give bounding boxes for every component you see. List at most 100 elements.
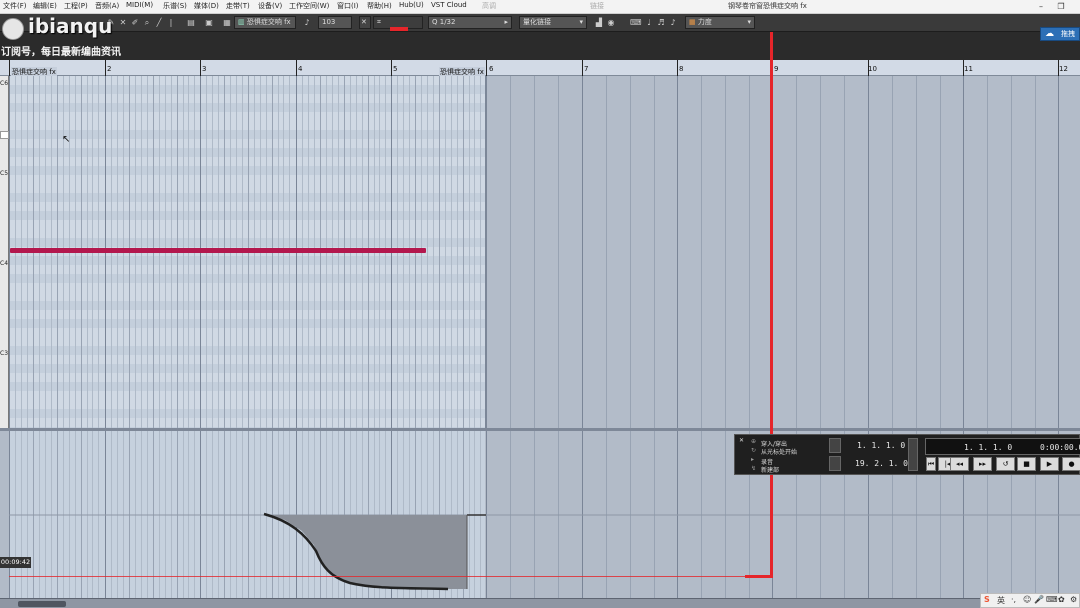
settings-icon[interactable]: ⚙ bbox=[1070, 595, 1077, 604]
restore-icon[interactable]: ❐ bbox=[1050, 0, 1072, 14]
locator-stepper[interactable] bbox=[908, 438, 918, 471]
position-display[interactable]: 1. 1. 1. 0 0:00:00.000 bbox=[925, 438, 1080, 455]
project-cursor[interactable] bbox=[770, 32, 773, 578]
record-icon[interactable]: ● bbox=[1062, 457, 1080, 471]
zoom-tool-icon[interactable]: ⌕ bbox=[142, 17, 152, 28]
microphone-icon[interactable]: 🎤 bbox=[1034, 595, 1044, 604]
ruler[interactable]: 2 3 4 5 6 7 8 9 10 11 12 恐惧症交响 fx 恐惧症交响 … bbox=[0, 60, 1080, 77]
part-list-icon[interactable]: ▦ bbox=[222, 17, 232, 28]
bar-number: 2 bbox=[107, 65, 112, 73]
beat-line bbox=[427, 76, 428, 428]
cycle-icon[interactable]: ↻ bbox=[751, 447, 756, 454]
note-icon[interactable]: ♩ bbox=[644, 17, 654, 28]
from-start-label[interactable]: 从光标处开始 bbox=[761, 447, 797, 456]
menu-devices[interactable]: 设备(V) bbox=[258, 1, 282, 11]
step-input-icon[interactable]: ◉ bbox=[606, 17, 616, 28]
indicate-transpose-icon[interactable]: ♪ bbox=[668, 17, 678, 28]
note-display[interactable]: C6 C5 C4 C3 ↖ bbox=[0, 76, 1080, 428]
line-tool-icon[interactable]: ╱ bbox=[154, 17, 164, 28]
info-line-icon[interactable]: ▤ bbox=[186, 17, 196, 28]
draw-tool-icon[interactable]: ✐ bbox=[130, 17, 140, 28]
stop-icon[interactable]: ■ bbox=[1017, 457, 1036, 471]
menu-vst-cloud[interactable]: VST Cloud bbox=[431, 1, 467, 9]
menu-midi[interactable]: MIDI(M) bbox=[126, 1, 153, 9]
cycle-toggle-icon[interactable]: ↺ bbox=[996, 457, 1015, 471]
punctuation-icon[interactable]: ·, bbox=[1011, 595, 1016, 604]
controller-lane-select[interactable]: ▦ 力度 ▾ bbox=[685, 16, 755, 29]
transpose-button[interactable]: 高调 bbox=[482, 1, 496, 11]
snap-toggle-icon[interactable]: ✕ bbox=[359, 16, 371, 29]
menu-file[interactable]: 文件(F) bbox=[3, 1, 27, 11]
horizontal-scrollbar[interactable] bbox=[0, 598, 1080, 608]
bar-number: 12 bbox=[1059, 65, 1068, 73]
menu-edit[interactable]: 编辑(E) bbox=[33, 1, 57, 11]
sogou-ime-icon[interactable]: S bbox=[984, 595, 990, 604]
right-locator-value[interactable]: 19. 2. 1. 0 bbox=[855, 459, 908, 468]
cloud-button[interactable]: ☁ 拖拽 bbox=[1040, 27, 1080, 41]
link-button[interactable]: 链接 bbox=[590, 1, 604, 11]
mute-tool-icon[interactable]: | bbox=[166, 17, 176, 28]
keyboard-icon[interactable]: ⌨ bbox=[1046, 595, 1058, 604]
close-icon[interactable]: ✕ bbox=[739, 437, 744, 444]
menu-score[interactable]: 乐谱(S) bbox=[163, 1, 187, 11]
menu-help[interactable]: 帮助(H) bbox=[367, 1, 392, 11]
punch-in-icon[interactable]: ⊕ bbox=[751, 438, 756, 445]
emoji-icon[interactable]: ☺ bbox=[1023, 595, 1031, 604]
part-name-field[interactable]: ▥ 恐惧症交响 fx bbox=[234, 16, 296, 29]
watermark-logo: ibianqu bbox=[28, 14, 113, 38]
insert-velocity-icon[interactable]: ♪ bbox=[302, 17, 312, 28]
go-to-start-icon[interactable]: ⏮ bbox=[926, 457, 936, 471]
bar-tick bbox=[296, 60, 297, 76]
quantize-arrow-icon: ▸ bbox=[504, 18, 508, 26]
skin-icon[interactable]: ✿ bbox=[1058, 595, 1065, 604]
right-locator-icon[interactable] bbox=[829, 456, 841, 471]
minimize-icon[interactable]: – bbox=[1030, 0, 1052, 14]
menu-transport[interactable]: 走带(T) bbox=[226, 1, 250, 11]
key-label-c6: C6 bbox=[0, 80, 9, 87]
menu-window[interactable]: 窗口(I) bbox=[337, 1, 359, 11]
new-part-icon[interactable]: ↯ bbox=[751, 465, 756, 472]
rewind-icon[interactable]: ◂◂ bbox=[950, 457, 969, 471]
velocity-field[interactable]: 103 bbox=[318, 16, 352, 29]
beat-line bbox=[439, 76, 440, 428]
bar-number: 4 bbox=[298, 65, 303, 73]
scrollbar-thumb[interactable] bbox=[18, 601, 66, 607]
beat-line bbox=[606, 76, 607, 428]
quantize-field[interactable]: Q 1/32 ▸ bbox=[428, 16, 512, 29]
menu-audio[interactable]: 音频(A) bbox=[95, 1, 119, 11]
key-label-c4: C4 bbox=[0, 260, 9, 267]
ime-language-label[interactable]: 英 bbox=[997, 595, 1005, 606]
velocity-label: 103 bbox=[322, 18, 336, 26]
bar-number: 5 bbox=[393, 65, 398, 73]
erase-tool-icon[interactable]: ✕ bbox=[118, 17, 128, 28]
new-part-label[interactable]: 新建部 bbox=[761, 465, 779, 474]
menu-hub[interactable]: Hub(U) bbox=[399, 1, 424, 9]
beat-line bbox=[701, 76, 702, 428]
cloud-button-label: 拖拽 bbox=[1061, 30, 1075, 38]
bar-line bbox=[868, 76, 869, 428]
left-locator-icon[interactable] bbox=[829, 438, 841, 453]
forward-icon[interactable]: ▸▸ bbox=[973, 457, 992, 471]
play-icon[interactable]: ▶ bbox=[1040, 457, 1059, 471]
piano-keyboard[interactable]: C6 C5 C4 C3 bbox=[0, 76, 9, 428]
logo-icon bbox=[2, 18, 24, 40]
note-length-icon[interactable]: ⌨ bbox=[630, 17, 642, 28]
bar-line bbox=[582, 76, 583, 428]
bar-number: 7 bbox=[584, 65, 589, 73]
edit-in-place-icon[interactable]: ▣ bbox=[204, 17, 214, 28]
editor-toolbar: ✎ ✕ ✐ ⌕ ╱ | ▤ ▣ ▦ ▥ 恐惧症交响 fx ♪ 103 ✕ ⌗ Q… bbox=[0, 14, 1080, 32]
chord-icon[interactable]: ▟ bbox=[594, 17, 604, 28]
beat-line bbox=[725, 76, 726, 428]
color-icon: ▦ bbox=[689, 18, 696, 26]
record-mode-icon[interactable]: ▸ bbox=[751, 456, 754, 463]
bar-tick bbox=[677, 60, 678, 76]
acoustic-feedback-icon[interactable]: ♬ bbox=[656, 17, 666, 28]
midi-note[interactable] bbox=[10, 248, 426, 253]
menu-project[interactable]: 工程(P) bbox=[64, 1, 88, 11]
menu-media[interactable]: 媒体(D) bbox=[194, 1, 219, 11]
bar-tick bbox=[105, 60, 106, 76]
left-locator-value[interactable]: 1. 1. 1. 0 bbox=[857, 441, 905, 450]
quantize-link-field[interactable]: 量化链接 ▾ bbox=[519, 16, 587, 29]
beat-line bbox=[469, 76, 470, 428]
menu-workspaces[interactable]: 工作空间(W) bbox=[289, 1, 329, 11]
